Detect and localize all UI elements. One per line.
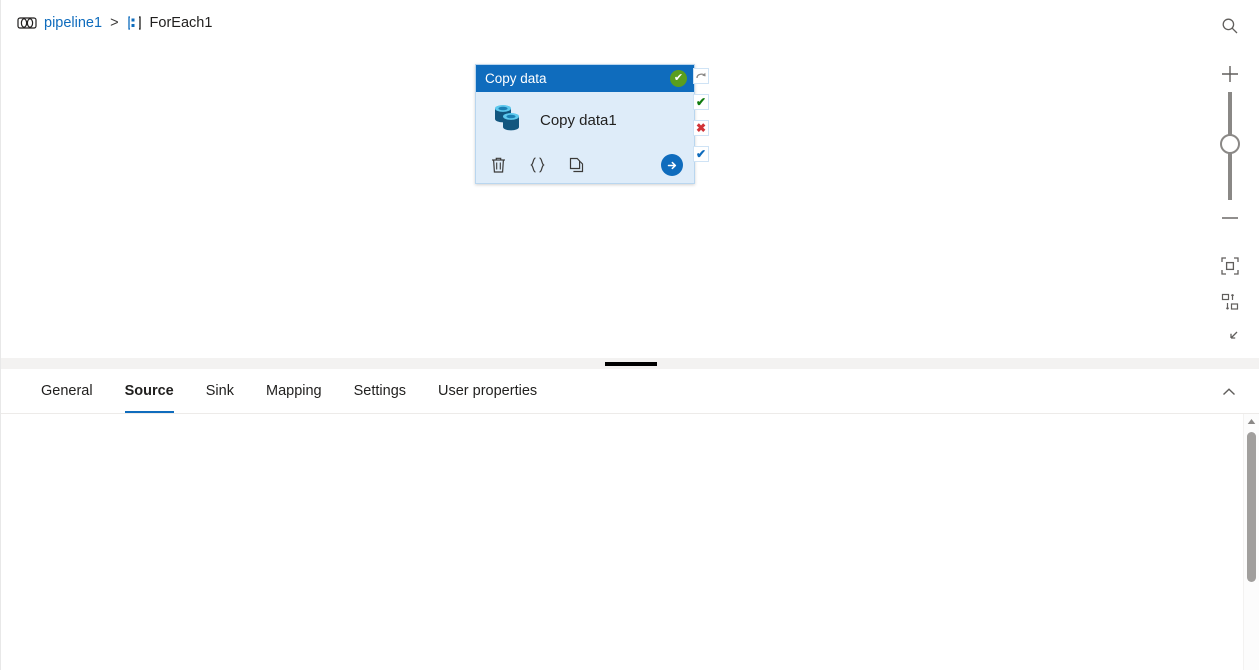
tab-mapping[interactable]: Mapping — [250, 369, 338, 413]
properties-tab-bar: General Source Sink Mapping Settings Use… — [1, 369, 1259, 414]
zoom-out-icon[interactable] — [1211, 200, 1248, 236]
handle-success[interactable]: ✔ — [693, 94, 709, 110]
delete-icon[interactable] — [490, 156, 507, 174]
tab-label: User properties — [438, 383, 538, 399]
breadcrumb-current: ForEach1 — [149, 14, 213, 31]
tab-sink[interactable]: Sink — [190, 369, 250, 413]
adf-pipeline-editor: pipeline1 > ForEach1 Copy data ✔ Copy da… — [0, 0, 1259, 670]
tab-general[interactable]: General — [25, 369, 109, 413]
scrollbar-thumb[interactable] — [1247, 432, 1256, 582]
node-header: Copy data ✔ — [476, 65, 694, 92]
chevron-up-icon[interactable] — [1216, 379, 1242, 405]
handle-failure[interactable]: ✖ — [693, 120, 709, 136]
tab-source[interactable]: Source — [109, 369, 190, 413]
node-toolbar — [476, 148, 694, 182]
copy-data-database-icon — [490, 102, 526, 139]
tab-label: General — [41, 383, 93, 399]
properties-pane-scrollbar[interactable] — [1243, 414, 1259, 670]
source-properties-pane: Source dataset* SQL table — [1, 414, 1259, 670]
breadcrumb-separator: > — [110, 14, 119, 31]
arrow-right-icon[interactable] — [661, 154, 683, 176]
auto-align-icon[interactable] — [1211, 284, 1248, 320]
canvas-zoom-toolbar — [1200, 0, 1259, 358]
breadcrumb: pipeline1 > ForEach1 — [1, 0, 1201, 45]
collapse-canvas-icon[interactable] — [1211, 320, 1248, 356]
copy-data-activity-node[interactable]: Copy data ✔ Copy data1 — [475, 64, 695, 184]
node-activity-name: Copy data1 — [540, 111, 617, 129]
check-badge-icon: ✔ — [670, 70, 687, 87]
handle-retry[interactable] — [693, 68, 709, 84]
zoom-slider[interactable] — [1219, 92, 1240, 200]
node-connector-handles: ✔ ✖ ✔ — [693, 68, 709, 172]
node-body: Copy data1 — [476, 92, 694, 148]
code-braces-icon[interactable] — [529, 156, 546, 174]
scroll-up-icon[interactable] — [1244, 414, 1259, 428]
foreach-icon — [127, 15, 143, 31]
tab-label: Sink — [205, 383, 234, 399]
fit-to-screen-icon[interactable] — [1211, 248, 1248, 284]
splitter-grip[interactable] — [604, 361, 657, 366]
breadcrumb-pipeline-link[interactable]: pipeline1 — [44, 15, 102, 31]
tab-settings[interactable]: Settings — [338, 369, 422, 413]
tab-label: Settings — [353, 383, 407, 399]
search-icon[interactable] — [1211, 8, 1248, 44]
tab-label: Mapping — [265, 383, 322, 399]
zoom-in-icon[interactable] — [1211, 56, 1248, 92]
tab-user-properties[interactable]: User properties — [422, 369, 553, 413]
panel-resize-splitter[interactable] — [1, 358, 1259, 369]
zoom-slider-thumb[interactable] — [1219, 133, 1240, 154]
pipeline-icon — [17, 16, 37, 30]
handle-completion[interactable]: ✔ — [693, 146, 709, 162]
duplicate-icon[interactable] — [568, 156, 585, 174]
tab-label: Source — [124, 383, 174, 399]
pipeline-canvas[interactable]: Copy data ✔ Copy data1 ✔ ✖ ✔ — [1, 45, 1201, 358]
node-header-title: Copy data — [485, 71, 547, 86]
